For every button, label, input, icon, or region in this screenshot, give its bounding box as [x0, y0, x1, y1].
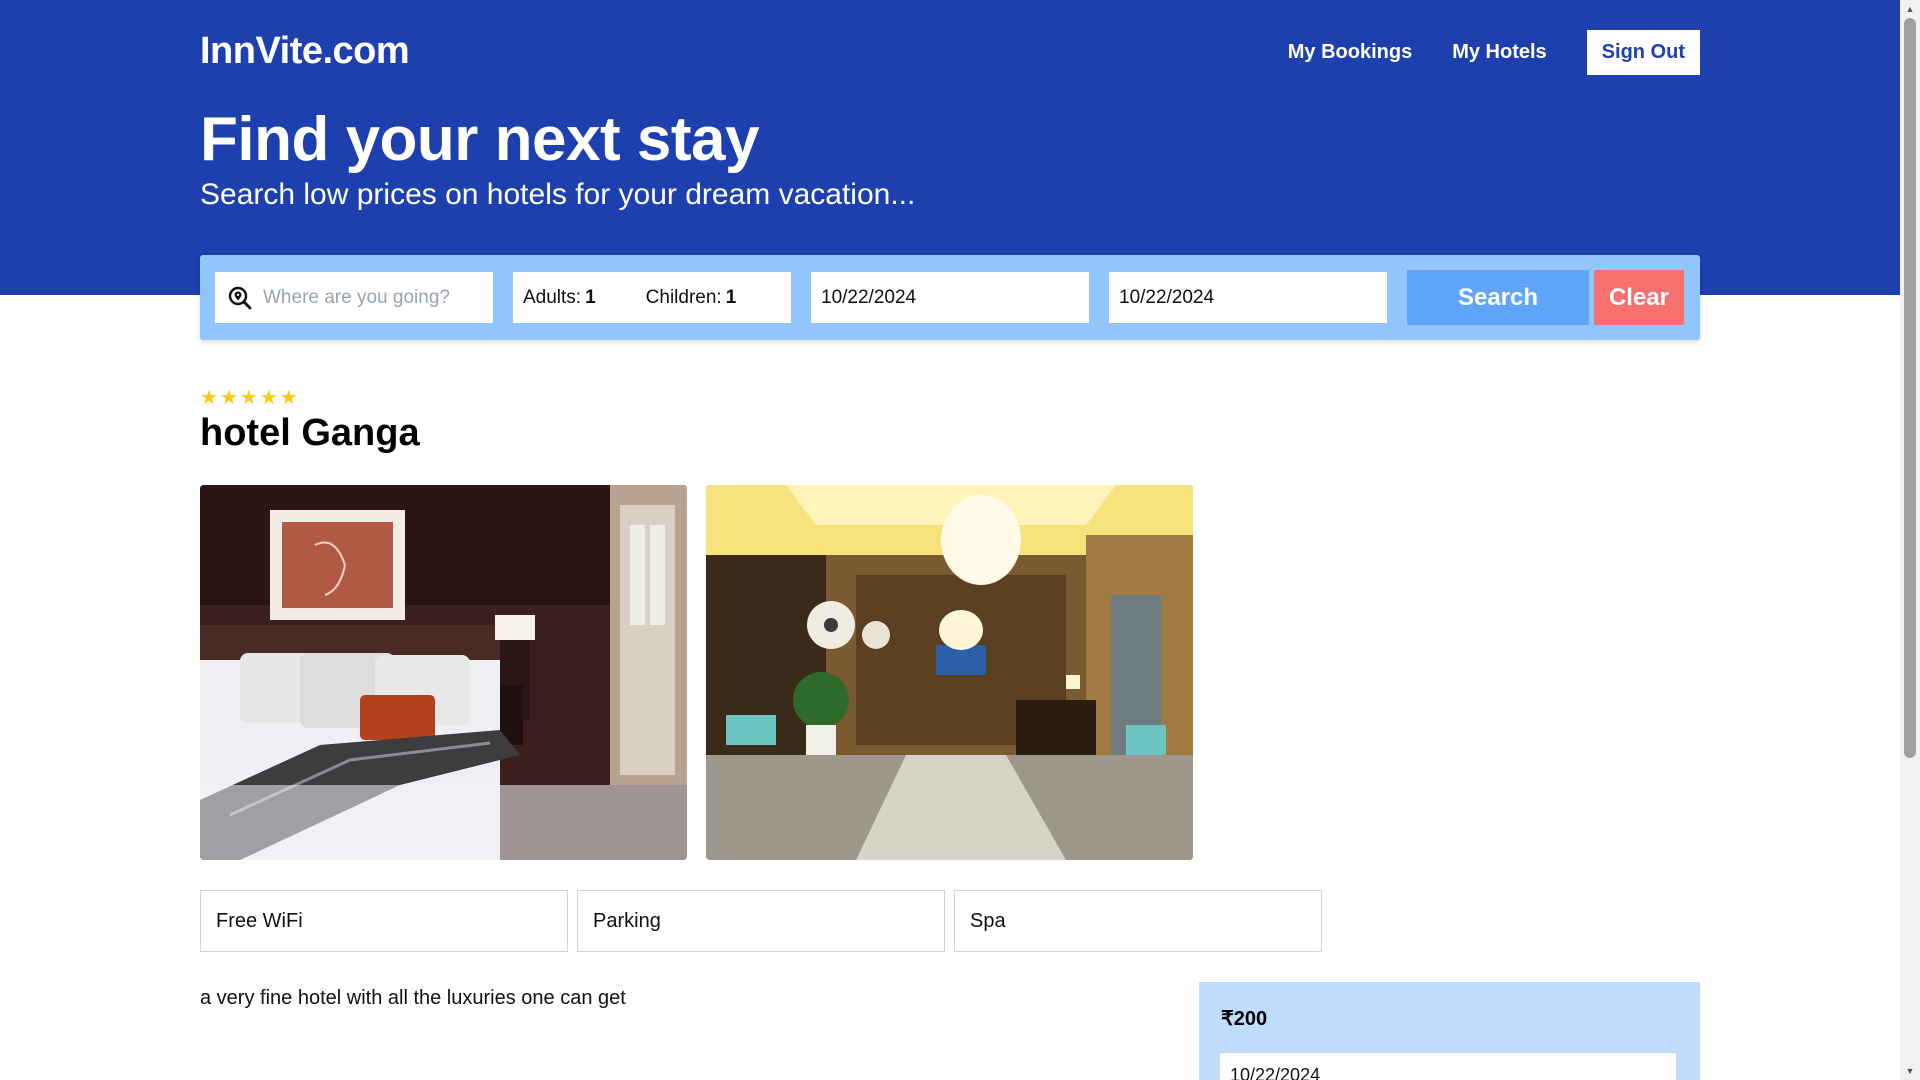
star-rating: ★ ★ ★ ★ ★ [200, 388, 298, 408]
booking-panel: ₹200 10/22/2024 [1199, 982, 1700, 1080]
booking-date-input[interactable]: 10/22/2024 [1219, 1052, 1677, 1080]
hotel-photo-lobby [706, 485, 1193, 860]
check-out-date-input[interactable]: 10/22/2024 [1109, 272, 1387, 323]
hero-subtitle: Search low prices on hotels for your dre… [200, 178, 916, 211]
guests-field[interactable]: Adults: 1 Children: 1 [513, 272, 791, 323]
hotel-name: hotel Ganga [200, 412, 420, 454]
clear-button[interactable]: Clear [1594, 270, 1684, 325]
hotel-description: a very fine hotel with all the luxuries … [200, 987, 626, 1009]
page-scrollbar[interactable]: ▲ ▼ [1900, 0, 1920, 1080]
adults-label: Adults: [523, 286, 582, 308]
facility-chip: Free WiFi [200, 890, 568, 952]
children-input[interactable]: 1 [726, 287, 737, 309]
hero-title: Find your next stay [200, 105, 759, 174]
sign-out-button[interactable]: Sign Out [1586, 30, 1700, 75]
brand-logo[interactable]: InnVite.com [200, 30, 410, 73]
facility-chip: Spa [954, 890, 1322, 952]
destination-placeholder: Where are you going? [263, 286, 450, 308]
star-icon: ★ [200, 387, 218, 409]
my-bookings-link[interactable]: My Bookings [1288, 41, 1412, 64]
children-label: Children: [645, 286, 722, 308]
top-nav: My Bookings My Hotels Sign Out [1288, 30, 1700, 75]
scroll-down-arrow-icon[interactable]: ▼ [1900, 1062, 1920, 1080]
star-icon: ★ [259, 387, 278, 409]
search-button[interactable]: Search [1407, 270, 1589, 325]
destination-field[interactable]: Where are you going? [215, 272, 493, 323]
scroll-up-arrow-icon[interactable]: ▲ [1900, 0, 1920, 18]
adults-input[interactable]: 1 [585, 287, 596, 309]
star-icon: ★ [239, 387, 258, 409]
search-location-icon [228, 286, 252, 309]
check-in-date-input[interactable]: 10/22/2024 [811, 272, 1089, 323]
hotel-photo-bedroom [200, 485, 687, 860]
star-icon: ★ [219, 387, 238, 409]
price-per-night: ₹200 [1221, 1008, 1268, 1030]
scrollbar-thumb[interactable] [1904, 18, 1916, 758]
my-hotels-link[interactable]: My Hotels [1452, 41, 1546, 64]
search-bar: Where are you going? Adults: 1 Children:… [200, 255, 1700, 340]
facility-chip: Parking [577, 890, 945, 952]
star-icon: ★ [279, 387, 298, 409]
